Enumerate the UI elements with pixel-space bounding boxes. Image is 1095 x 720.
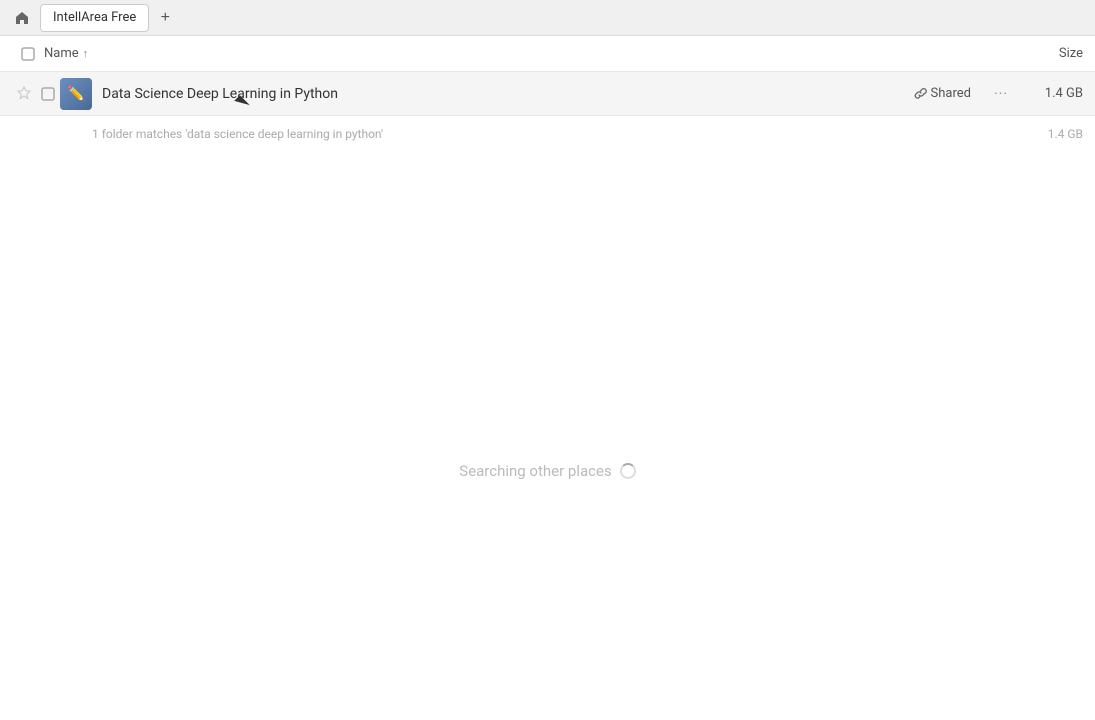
star-button[interactable] <box>12 82 36 106</box>
file-type-icon: ✏️ <box>60 78 92 110</box>
shared-label: Shared <box>931 86 971 101</box>
name-column-header[interactable]: Name ↑ <box>44 46 1003 61</box>
tab-label: IntellArea Free <box>53 10 136 25</box>
shared-status: Shared <box>913 86 971 101</box>
more-options-button[interactable]: ··· <box>987 80 1015 108</box>
file-checkbox[interactable] <box>36 87 60 101</box>
size-column-header: Size <box>1003 46 1083 61</box>
summary-size: 1.4 GB <box>1023 127 1083 141</box>
file-row[interactable]: ✏️ Data Science Deep Learning in Python … <box>0 72 1095 116</box>
add-tab-button[interactable]: + <box>153 6 177 30</box>
summary-row: 1 folder matches 'data science deep lear… <box>0 116 1095 152</box>
file-name-label: Data Science Deep Learning in Python <box>102 86 913 102</box>
searching-area: Searching other places <box>0 462 1095 480</box>
searching-text: Searching other places <box>459 462 635 480</box>
column-header-row: Name ↑ Size <box>0 36 1095 72</box>
header-checkbox[interactable] <box>12 47 44 61</box>
file-size-label: 1.4 GB <box>1023 86 1083 101</box>
loading-spinner <box>620 463 636 479</box>
home-button[interactable] <box>8 4 36 32</box>
sort-indicator: ↑ <box>83 47 89 60</box>
link-icon <box>913 87 927 101</box>
summary-text: 1 folder matches 'data science deep lear… <box>12 127 383 141</box>
intellarea-tab[interactable]: IntellArea Free <box>40 4 149 32</box>
tab-bar: IntellArea Free + <box>0 0 1095 36</box>
